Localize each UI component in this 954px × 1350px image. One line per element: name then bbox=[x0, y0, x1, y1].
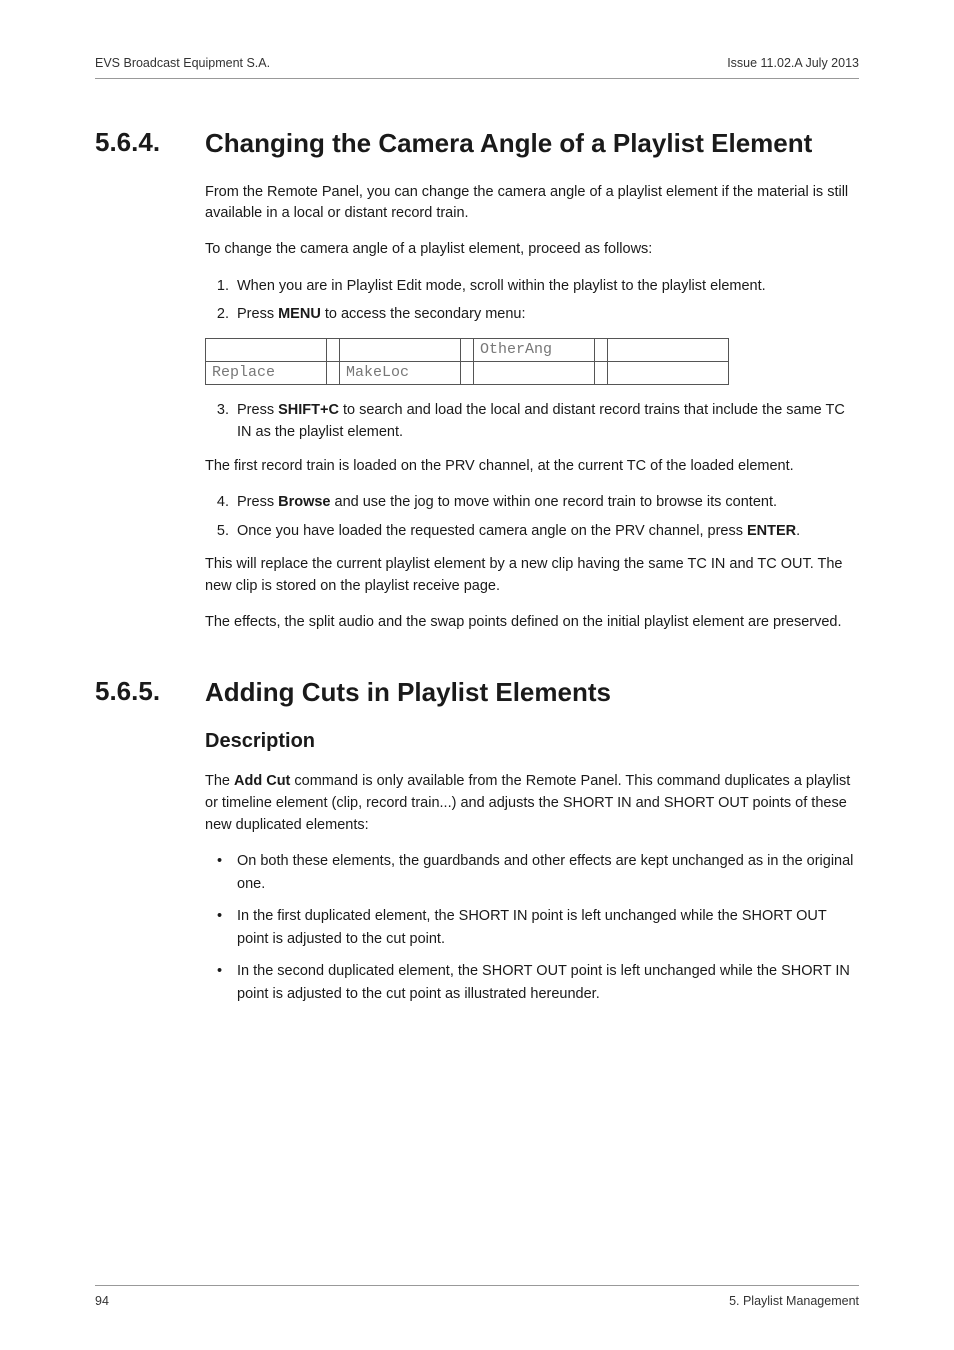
header-left: EVS Broadcast Equipment S.A. bbox=[95, 56, 270, 70]
step-list: Press Browse and use the jog to move wit… bbox=[205, 491, 859, 542]
sub-heading: Description bbox=[205, 730, 859, 753]
text: Once you have loaded the requested camer… bbox=[237, 523, 747, 539]
menu-gap bbox=[327, 338, 340, 361]
menu-cell bbox=[608, 338, 729, 361]
enter-key: ENTER bbox=[747, 523, 796, 539]
browse-key: Browse bbox=[278, 494, 330, 510]
menu-gap bbox=[461, 361, 474, 384]
list-item: In the first duplicated element, the SHO… bbox=[233, 905, 859, 950]
bullet-list: On both these elements, the guardbands a… bbox=[205, 850, 859, 1005]
shift-c-key: SHIFT+C bbox=[278, 402, 339, 418]
list-item: Press Browse and use the jog to move wit… bbox=[233, 491, 859, 513]
text: . bbox=[796, 523, 800, 539]
text: and use the jog to move within one recor… bbox=[330, 494, 777, 510]
menu-cell: Replace bbox=[206, 361, 327, 384]
list-item: Press SHIFT+C to search and load the loc… bbox=[233, 399, 859, 444]
paragraph: From the Remote Panel, you can change th… bbox=[205, 182, 859, 226]
paragraph: The first record train is loaded on the … bbox=[205, 456, 859, 478]
menu-gap bbox=[461, 338, 474, 361]
section-body: Changing the Camera Angle of a Playlist … bbox=[205, 127, 859, 648]
step-list: When you are in Playlist Edit mode, scro… bbox=[205, 275, 859, 326]
paragraph: The Add Cut command is only available fr… bbox=[205, 771, 859, 836]
menu-cell bbox=[340, 338, 461, 361]
menu-cell bbox=[608, 361, 729, 384]
text: Press bbox=[237, 306, 278, 322]
page: EVS Broadcast Equipment S.A. Issue 11.02… bbox=[0, 0, 954, 1350]
menu-table: OtherAng Replace MakeLoc bbox=[205, 338, 729, 385]
paragraph: This will replace the current playlist e… bbox=[205, 554, 859, 598]
step-list: Press SHIFT+C to search and load the loc… bbox=[205, 399, 859, 444]
section-title: Adding Cuts in Playlist Elements bbox=[205, 676, 859, 709]
text: The bbox=[205, 773, 234, 789]
menu-gap bbox=[595, 338, 608, 361]
list-item: When you are in Playlist Edit mode, scro… bbox=[233, 275, 859, 297]
menu-cell bbox=[474, 361, 595, 384]
section-number: 5.6.4. bbox=[95, 127, 205, 648]
text: Press bbox=[237, 402, 278, 418]
section-number: 5.6.5. bbox=[95, 676, 205, 1018]
menu-gap bbox=[327, 361, 340, 384]
page-number: 94 bbox=[95, 1294, 109, 1308]
header-right: Issue 11.02.A July 2013 bbox=[727, 56, 859, 70]
page-footer: 94 5. Playlist Management bbox=[95, 1285, 859, 1308]
section-564: 5.6.4. Changing the Camera Angle of a Pl… bbox=[95, 127, 859, 648]
section-565: 5.6.5. Adding Cuts in Playlist Elements … bbox=[95, 676, 859, 1018]
menu-cell bbox=[206, 338, 327, 361]
text: command is only available from the Remot… bbox=[205, 773, 850, 833]
menu-gap bbox=[595, 361, 608, 384]
section-body: Adding Cuts in Playlist Elements Descrip… bbox=[205, 676, 859, 1018]
add-cut-term: Add Cut bbox=[234, 773, 290, 789]
paragraph: To change the camera angle of a playlist… bbox=[205, 239, 859, 261]
text: Press bbox=[237, 494, 278, 510]
page-header: EVS Broadcast Equipment S.A. Issue 11.02… bbox=[95, 56, 859, 79]
menu-key: MENU bbox=[278, 306, 321, 322]
menu-cell: OtherAng bbox=[474, 338, 595, 361]
text: to access the secondary menu: bbox=[321, 306, 526, 322]
list-item: On both these elements, the guardbands a… bbox=[233, 850, 859, 895]
menu-table-wrap: OtherAng Replace MakeLoc bbox=[205, 338, 859, 385]
section-title: Changing the Camera Angle of a Playlist … bbox=[205, 127, 859, 160]
list-item: Press MENU to access the secondary menu: bbox=[233, 303, 859, 325]
footer-right: 5. Playlist Management bbox=[729, 1294, 859, 1308]
menu-cell: MakeLoc bbox=[340, 361, 461, 384]
list-item: In the second duplicated element, the SH… bbox=[233, 960, 859, 1005]
list-item: Once you have loaded the requested camer… bbox=[233, 520, 859, 542]
paragraph: The effects, the split audio and the swa… bbox=[205, 612, 859, 634]
